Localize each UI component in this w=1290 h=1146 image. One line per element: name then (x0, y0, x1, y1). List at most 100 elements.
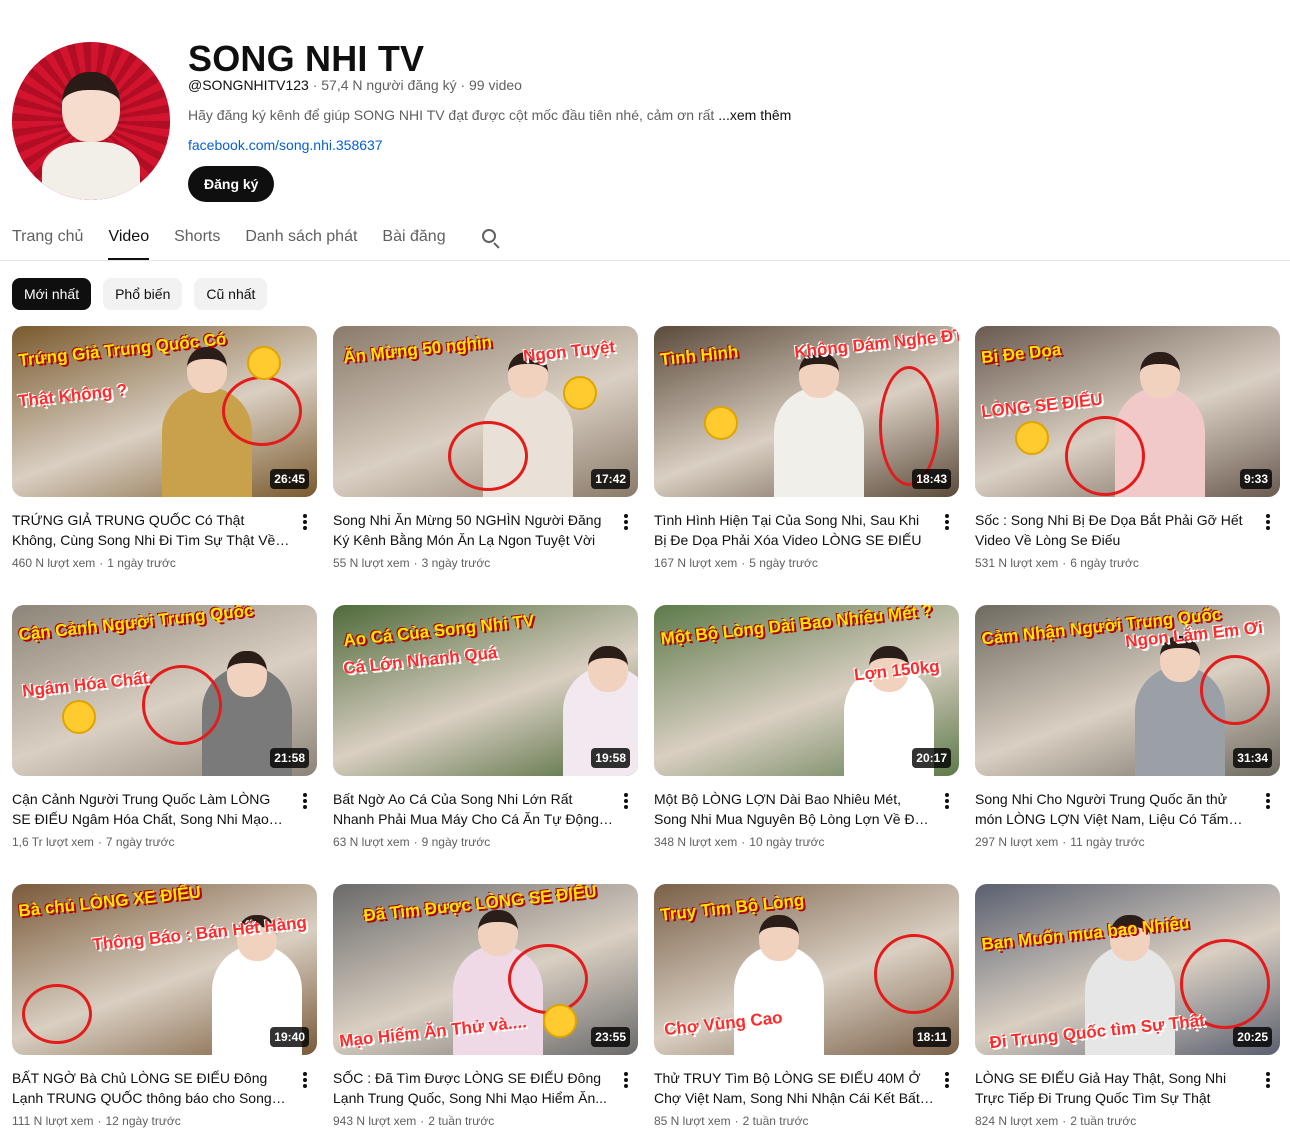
video-duration: 18:11 (912, 1027, 951, 1047)
video-duration: 26:45 (270, 469, 309, 489)
upload-age: 2 tuần trước (428, 1114, 495, 1128)
chip-popular[interactable]: Phổ biến (103, 278, 183, 310)
video-title[interactable]: LÒNG SE ĐIẾU Giả Hay Thật, Song Nhi Trực… (975, 1068, 1255, 1108)
video-thumbnail[interactable]: Tình Hình Không Dám Nghe ĐT 18:43 (654, 326, 959, 497)
tab-home[interactable]: Trang chủ (12, 222, 83, 260)
more-options-icon[interactable] (297, 1070, 313, 1090)
subscribe-button[interactable]: Đăng ký (188, 166, 275, 202)
video-card[interactable]: Cảm Nhận Người Trung Quốc Ngon Lắm Em Ơi… (975, 605, 1280, 884)
video-thumbnail[interactable]: Bị Đe Dọa LÒNG SE ĐIẾU 9:33 (975, 326, 1280, 497)
channel-avatar[interactable] (12, 42, 170, 200)
view-count: 85 N lượt xem (654, 1114, 731, 1128)
video-thumbnail[interactable]: Truy Tìm Bộ Lòng Chợ Vùng Cao 18:11 (654, 884, 959, 1055)
video-title[interactable]: Song Nhi Ăn Mừng 50 NGHÌN Người Đăng Ký … (333, 510, 613, 550)
video-title[interactable]: Song Nhi Cho Người Trung Quốc ăn thử món… (975, 789, 1255, 829)
video-thumbnail[interactable]: Trứng Giả Trung Quốc Có Thật Không ? 26:… (12, 326, 317, 497)
video-card[interactable]: Tình Hình Không Dám Nghe ĐT 18:43 Tình H… (654, 326, 959, 605)
video-title[interactable]: Bất Ngờ Ao Cá Của Song Nhi Lớn Rất Nhanh… (333, 789, 613, 829)
video-count: 99 video (469, 77, 522, 93)
more-options-icon[interactable] (1260, 1070, 1276, 1090)
more-options-icon[interactable] (618, 1070, 634, 1090)
video-title[interactable]: SỐC : Đã Tìm Được LÒNG SE ĐIẾU Đông Lạnh… (333, 1068, 613, 1108)
video-card[interactable]: Đã Tìm Được LÒNG SE ĐIẾU Mạo Hiểm Ăn Thử… (333, 884, 638, 1146)
video-card[interactable]: Ao Cá Của Song Nhi TV Cá Lớn Nhanh Quá 1… (333, 605, 638, 884)
more-options-icon[interactable] (1260, 791, 1276, 811)
video-duration: 20:17 (912, 748, 951, 768)
tab-playlists[interactable]: Danh sách phát (245, 222, 357, 260)
meta-separator: · (312, 77, 318, 93)
see-more-link[interactable]: ...xem thêm (718, 107, 791, 123)
meta-separator: · (97, 835, 102, 849)
video-title[interactable]: BẤT NGỜ Bà Chủ LÒNG SE ĐIẾU Đông Lạnh TR… (12, 1068, 292, 1108)
more-options-icon[interactable] (939, 512, 955, 532)
upload-age: 12 ngày trước (105, 1114, 181, 1128)
meta-separator: · (1062, 835, 1067, 849)
channel-description[interactable]: Hãy đăng ký kênh để giúp SONG NHI TV đạt… (188, 107, 791, 123)
video-card[interactable]: Bà chủ LÒNG XE ĐIẾU Thông Báo : Bán Hết … (12, 884, 317, 1146)
video-thumbnail[interactable]: Một Bộ Lòng Dài Bao Nhiêu Mét ? Lợn 150k… (654, 605, 959, 776)
thumbnail-highlight-circle (22, 984, 92, 1044)
emoji-icon (563, 376, 597, 410)
video-card[interactable]: Cận Cảnh Người Trung Quốc Ngâm Hóa Chất … (12, 605, 317, 884)
more-options-icon[interactable] (618, 791, 634, 811)
channel-link[interactable]: facebook.com/song.nhi.358637 (188, 137, 383, 153)
tab-videos[interactable]: Video (108, 222, 150, 260)
view-count: 348 N lượt xem (654, 835, 738, 849)
video-meta: 460 N lượt xem · 1 ngày trước (12, 556, 176, 570)
video-thumbnail[interactable]: Cận Cảnh Người Trung Quốc Ngâm Hóa Chất … (12, 605, 317, 776)
more-options-icon[interactable] (618, 512, 634, 532)
meta-separator: · (1062, 1114, 1067, 1128)
more-options-icon[interactable] (297, 791, 313, 811)
video-card[interactable]: Bạn Muốn mua bao Nhiêu Đi Trung Quốc tìm… (975, 884, 1280, 1146)
channel-tabs: Trang chủ Video Shorts Danh sách phát Bà… (12, 222, 503, 260)
video-card[interactable]: Một Bộ Lòng Dài Bao Nhiêu Mét ? Lợn 150k… (654, 605, 959, 884)
channel-meta: @SONGNHITV123 · 57,4 N người đăng ký · 9… (188, 77, 522, 93)
thumbnail-highlight-circle (448, 421, 528, 491)
video-duration: 19:58 (591, 748, 630, 768)
meta-separator: · (460, 77, 466, 93)
video-duration: 21:58 (270, 748, 309, 768)
video-title[interactable]: TRỨNG GIẢ TRUNG QUỐC Có Thật Không, Cùng… (12, 510, 292, 550)
emoji-icon (1015, 421, 1049, 455)
search-icon[interactable] (479, 226, 503, 250)
video-duration: 31:34 (1233, 748, 1272, 768)
emoji-icon (704, 406, 738, 440)
video-thumbnail[interactable]: Ao Cá Của Song Nhi TV Cá Lớn Nhanh Quá 1… (333, 605, 638, 776)
more-options-icon[interactable] (297, 512, 313, 532)
video-meta: 111 N lượt xem · 12 ngày trước (12, 1114, 181, 1128)
meta-separator: · (413, 835, 418, 849)
video-title[interactable]: Tình Hình Hiện Tại Của Song Nhi, Sau Khi… (654, 510, 934, 550)
thumbnail-head (759, 915, 799, 961)
video-duration: 23:55 (591, 1027, 630, 1047)
more-options-icon[interactable] (1260, 512, 1276, 532)
video-card[interactable]: Ăn Mừng 50 nghìn Ngon Tuyệt 17:42 Song N… (333, 326, 638, 605)
video-title[interactable]: Sốc : Song Nhi Bị Đe Dọa Bắt Phải Gỡ Hết… (975, 510, 1255, 550)
channel-handle: @SONGNHITV123 (188, 77, 309, 93)
avatar-face (62, 72, 120, 142)
tab-shorts[interactable]: Shorts (174, 222, 220, 260)
video-title[interactable]: Một Bộ LÒNG LỢN Dài Bao Nhiêu Mét, Song … (654, 789, 934, 829)
chip-oldest[interactable]: Cũ nhất (194, 278, 268, 310)
thumbnail-head (227, 651, 267, 697)
tab-posts[interactable]: Bài đăng (382, 222, 445, 260)
video-thumbnail[interactable]: Bà chủ LÒNG XE ĐIẾU Thông Báo : Bán Hết … (12, 884, 317, 1055)
video-thumbnail[interactable]: Cảm Nhận Người Trung Quốc Ngon Lắm Em Ơi… (975, 605, 1280, 776)
video-thumbnail[interactable]: Ăn Mừng 50 nghìn Ngon Tuyệt 17:42 (333, 326, 638, 497)
video-card[interactable]: Bị Đe Dọa LÒNG SE ĐIẾU 9:33 Sốc : Song N… (975, 326, 1280, 605)
video-title[interactable]: Cận Cảnh Người Trung Quốc Làm LÒNG SE ĐI… (12, 789, 292, 829)
search-icon-handle (492, 242, 500, 249)
video-meta: 55 N lượt xem · 3 ngày trước (333, 556, 490, 570)
video-card[interactable]: Trứng Giả Trung Quốc Có Thật Không ? 26:… (12, 326, 317, 605)
video-duration: 18:43 (912, 469, 951, 489)
more-options-icon[interactable] (939, 791, 955, 811)
view-count: 55 N lượt xem (333, 556, 410, 570)
video-meta: 85 N lượt xem · 2 tuần trước (654, 1114, 809, 1128)
video-meta: 297 N lượt xem · 11 ngày trước (975, 835, 1145, 849)
video-thumbnail[interactable]: Đã Tìm Được LÒNG SE ĐIẾU Mạo Hiểm Ăn Thử… (333, 884, 638, 1055)
video-thumbnail[interactable]: Bạn Muốn mua bao Nhiêu Đi Trung Quốc tìm… (975, 884, 1280, 1055)
chip-latest[interactable]: Mới nhất (12, 278, 92, 310)
more-options-icon[interactable] (939, 1070, 955, 1090)
video-title[interactable]: Thử TRUY Tìm Bộ LÒNG SE ĐIẾU 40M Ở Chợ V… (654, 1068, 934, 1108)
video-meta: 1,6 Tr lượt xem · 7 ngày trước (12, 835, 175, 849)
video-card[interactable]: Truy Tìm Bộ Lòng Chợ Vùng Cao 18:11 Thử … (654, 884, 959, 1146)
